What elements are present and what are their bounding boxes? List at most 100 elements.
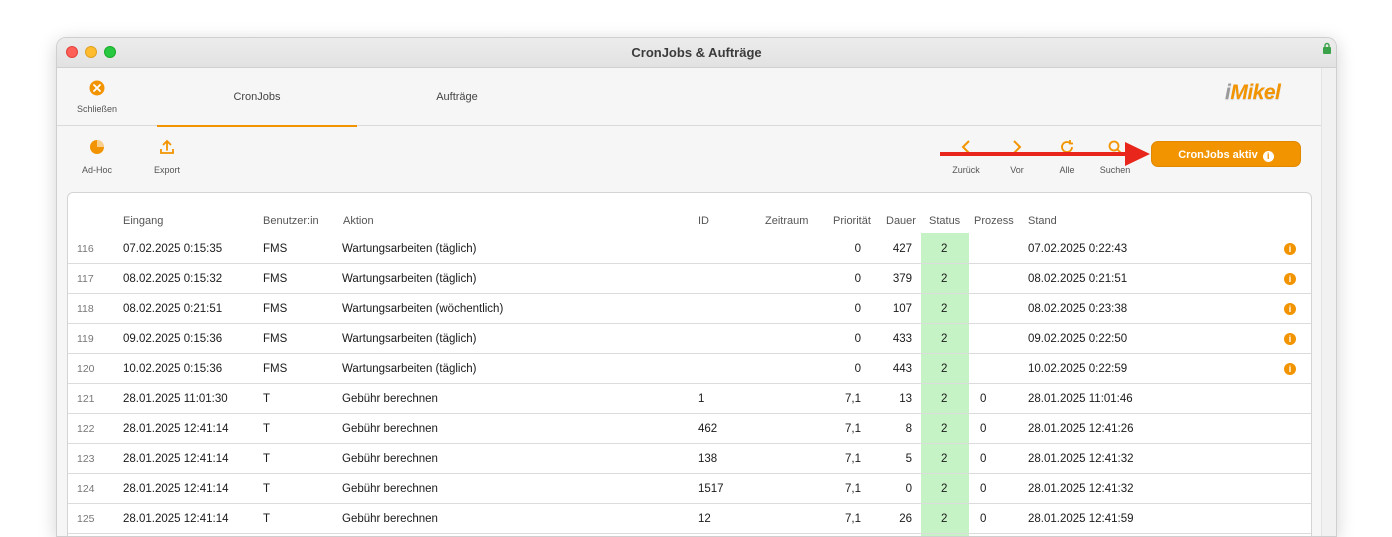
cell-status: 2 (941, 453, 948, 465)
cell-eingang: 28.01.2025 12:41:14 (123, 453, 229, 465)
col-header-aktion[interactable]: Aktion (343, 215, 374, 227)
col-header-prozess[interactable]: Prozess (974, 215, 1014, 227)
cell-stand: 07.02.2025 0:22:43 (1028, 243, 1128, 255)
table-row[interactable]: 120 10.02.2025 0:15:36 FMS Wartungsarbeiten… (68, 354, 1311, 384)
info-icon[interactable]: i (1284, 243, 1296, 255)
cell-id: 462 (698, 423, 718, 435)
close-button[interactable]: Schließen (71, 80, 123, 114)
export-button[interactable]: Export (148, 139, 186, 175)
col-header-eingang[interactable]: Eingang (123, 215, 163, 227)
close-label: Schließen (76, 104, 118, 114)
cell-dauer: 13 (899, 393, 912, 405)
cell-status: 2 (941, 363, 948, 375)
table-row[interactable]: 116 07.02.2025 0:15:35 FMS Wartungsarbeiten… (68, 234, 1311, 264)
cell-benutzer: T (263, 423, 271, 435)
cell-eingang: 09.02.2025 0:15:36 (123, 333, 223, 345)
cell-eingang: 28.01.2025 12:41:14 (123, 423, 229, 435)
row-number: 117 (77, 273, 94, 285)
cell-id: 138 (698, 453, 718, 465)
col-header-dauer[interactable]: Dauer (886, 215, 916, 227)
col-header-zeitraum[interactable]: Zeitraum (765, 215, 808, 227)
pie-chart-icon (90, 140, 104, 154)
cell-dauer: 8 (905, 423, 912, 435)
cell-prioritaet: 7,1 (845, 513, 861, 525)
cell-status: 2 (941, 393, 948, 405)
export-label: Export (153, 165, 180, 175)
table-row[interactable]: 123 28.01.2025 12:41:14 T Gebühr berechnen 1… (68, 444, 1311, 474)
row-number: 123 (77, 453, 95, 465)
cell-benutzer: T (263, 513, 271, 525)
window-title: CronJobs & Aufträge (631, 45, 762, 60)
cell-eingang: 08.02.2025 0:21:51 (123, 303, 223, 315)
cell-prozess: 0 (980, 483, 987, 495)
cell-id: 1517 (698, 483, 724, 495)
tab-cronjobs[interactable]: CronJobs (157, 68, 357, 127)
cell-prozess: 0 (980, 393, 987, 405)
title-bar: CronJobs & Aufträge (57, 38, 1336, 68)
upload-icon (160, 139, 174, 154)
cell-stand: 09.02.2025 0:22:50 (1028, 333, 1128, 345)
col-header-prioritaet[interactable]: Priorität (833, 215, 871, 227)
cell-aktion: Wartungsarbeiten (wöchentlich) (342, 303, 504, 315)
cell-stand: 28.01.2025 11:01:46 (1028, 393, 1133, 405)
row-number: 120 (77, 363, 95, 375)
table-row[interactable]: 124 28.01.2025 12:41:14 T Gebühr berechnen 1… (68, 474, 1311, 504)
table-row[interactable]: 119 09.02.2025 0:15:36 FMS Wartungsarbeiten… (68, 324, 1311, 354)
cell-status: 2 (941, 483, 948, 495)
cell-status: 2 (941, 333, 948, 345)
info-icon[interactable]: i (1284, 333, 1296, 345)
cronjobs-active-button[interactable]: CronJobs aktiv i (1151, 141, 1301, 167)
cell-prioritaet: 0 (854, 363, 861, 375)
adhoc-label: Ad-Hoc (81, 165, 112, 175)
cell-prozess: 0 (980, 513, 987, 525)
cell-dauer: 0 (905, 483, 912, 495)
table-row[interactable]: 125 28.01.2025 12:41:14 T Gebühr berechnen 1… (68, 504, 1311, 534)
cell-prioritaet: 0 (854, 273, 861, 285)
cell-eingang: 28.01.2025 12:41:14 (123, 483, 229, 495)
cell-benutzer: T (263, 393, 271, 405)
col-header-stand[interactable]: Stand (1028, 215, 1057, 227)
tab-auftraege[interactable]: Aufträge (357, 68, 557, 126)
cell-benutzer: T (263, 483, 271, 495)
cell-stand: 08.02.2025 0:23:38 (1028, 303, 1128, 315)
cell-status: 2 (941, 423, 948, 435)
cell-prozess: 0 (980, 453, 987, 465)
cell-prioritaet: 7,1 (845, 453, 861, 465)
cell-prioritaet: 0 (854, 333, 861, 345)
adhoc-button[interactable]: Ad-Hoc (79, 139, 115, 175)
col-header-id[interactable]: ID (698, 215, 709, 227)
col-header-benutzer[interactable]: Benutzer:in (263, 215, 319, 227)
close-circle-icon (89, 80, 105, 96)
cell-dauer: 379 (892, 273, 912, 285)
imikel-logo: iMikel (1225, 81, 1281, 104)
vertical-scrollbar[interactable] (1321, 68, 1336, 536)
annotation-arrow (940, 142, 1150, 166)
cell-aktion: Wartungsarbeiten (täglich) (342, 333, 477, 345)
cronjobs-table: Eingang Benutzer:in Aktion ID Zeitraum P… (67, 192, 1312, 536)
cell-status: 2 (941, 303, 948, 315)
table-row[interactable]: 117 08.02.2025 0:15:32 FMS Wartungsarbeiten… (68, 264, 1311, 294)
cell-benutzer: FMS (263, 243, 288, 255)
cronjobs-active-label: CronJobs aktiv (1178, 149, 1258, 161)
cell-benutzer: FMS (263, 333, 288, 345)
info-icon[interactable]: i (1284, 363, 1296, 375)
table-row[interactable]: 118 08.02.2025 0:21:51 FMS Wartungsarbeiten… (68, 294, 1311, 324)
cell-aktion: Gebühr berechnen (342, 423, 438, 435)
row-number: 124 (77, 483, 95, 495)
cell-eingang: 28.01.2025 12:41:14 (123, 513, 229, 525)
col-header-status[interactable]: Status (929, 215, 960, 227)
cell-status: 2 (941, 243, 948, 255)
cell-benutzer: T (263, 453, 271, 465)
lock-icon (1323, 42, 1331, 54)
cell-prioritaet: 7,1 (845, 393, 861, 405)
cell-eingang: 08.02.2025 0:15:32 (123, 273, 223, 285)
cell-dauer: 5 (905, 453, 912, 465)
table-row[interactable]: 122 28.01.2025 12:41:14 T Gebühr berechnen 4… (68, 414, 1311, 444)
info-icon[interactable]: i (1284, 273, 1296, 285)
info-icon[interactable]: i (1284, 303, 1296, 315)
table-row[interactable]: 121 28.01.2025 11:01:30 T Gebühr berechnen 1… (68, 384, 1311, 414)
row-number: 125 (77, 513, 95, 525)
info-icon: i (1262, 151, 1274, 162)
cell-stand: 08.02.2025 0:21:51 (1028, 273, 1128, 285)
cell-prozess: 0 (980, 423, 987, 435)
